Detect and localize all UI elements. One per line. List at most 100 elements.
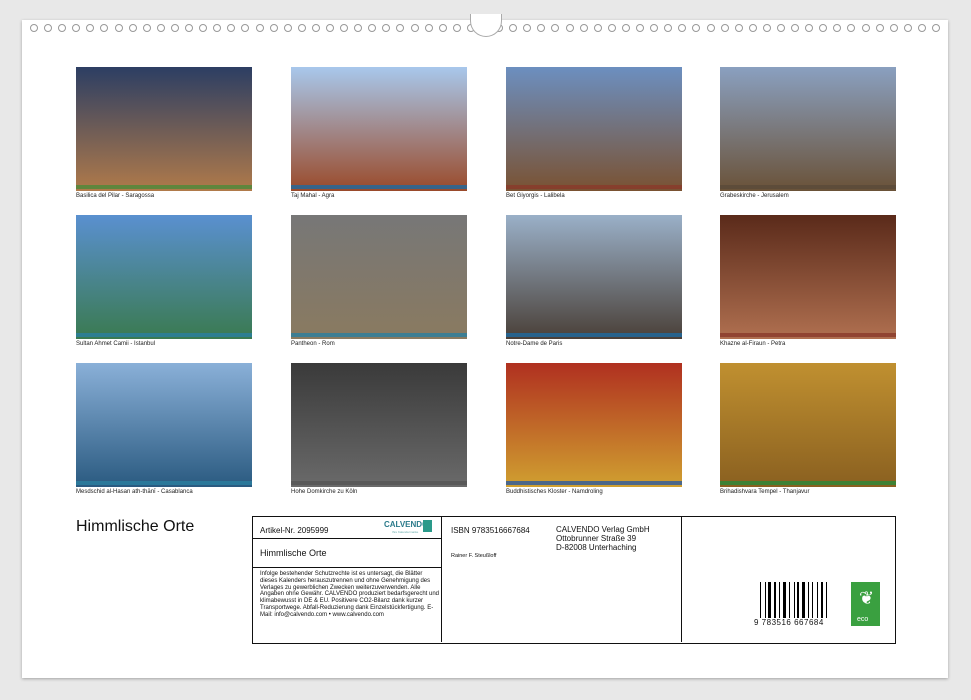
binding-hole [566, 24, 574, 32]
month-day-strip [291, 481, 467, 485]
barcode-bar [808, 582, 809, 618]
binding-hole [537, 24, 545, 32]
photo-caption: Grabeskirche - Jerusalem [720, 193, 789, 199]
binding-hole [86, 24, 94, 32]
month-day-strip [506, 333, 682, 337]
binding-hole [904, 24, 912, 32]
barcode-bar [779, 582, 780, 618]
barcode-bar [812, 582, 813, 618]
binding-hole [509, 24, 517, 32]
binding-hole [678, 24, 686, 32]
barcode-bar [794, 582, 795, 618]
barcode-bar [802, 582, 805, 618]
binding-hole [805, 24, 813, 32]
calvendo-logo-sub: Ihre Kalendermarke [392, 530, 418, 534]
month-day-strip [76, 185, 252, 189]
binding-hole [411, 24, 419, 32]
binding-hole [425, 24, 433, 32]
binding-hole [622, 24, 630, 32]
barcode-bar [806, 582, 807, 618]
binding-hole [396, 24, 404, 32]
binding-hole [777, 24, 785, 32]
month-day-strip [291, 185, 467, 189]
barcode-bar [810, 582, 812, 618]
month-day-strip [506, 185, 682, 189]
binding-hole [72, 24, 80, 32]
binding-hole [129, 24, 137, 32]
binding-hole [890, 24, 898, 32]
binding-hole [284, 24, 292, 32]
binding-hole [326, 24, 334, 32]
barcode-bar [814, 582, 816, 618]
barcode-bar [787, 582, 788, 618]
binding-hole [171, 24, 179, 32]
binding-hole [115, 24, 123, 32]
binding-hole [833, 24, 841, 32]
binding-hole [735, 24, 743, 32]
calvendo-logo-icon [423, 520, 432, 532]
barcode-bar [765, 582, 766, 618]
binding-hole [932, 24, 940, 32]
barcode-bar [768, 582, 771, 618]
photo-caption: Pantheon - Rom [291, 341, 335, 347]
publisher-city: D-82008 Unterhaching [556, 543, 650, 552]
photo-caption: Bet Giyorgis - Lalibela [506, 193, 565, 199]
calendar-title: Himmlische Orte [76, 518, 194, 536]
binding-hole [707, 24, 715, 32]
binding-hole [791, 24, 799, 32]
barcode-bar [800, 582, 801, 618]
month-day-strip [720, 333, 896, 337]
binding-hole [692, 24, 700, 32]
binding-hole [382, 24, 390, 32]
photo-caption: Khazne al-Firaun - Petra [720, 341, 785, 347]
barcode-bar [828, 582, 830, 618]
barcode-bar [824, 582, 825, 618]
photo-caption: Hohe Domkirche zu Köln [291, 489, 357, 495]
binding-hole [241, 24, 249, 32]
isbn: ISBN 9783516667684 [451, 526, 530, 535]
barcode-bar [791, 582, 793, 618]
month-photo [506, 215, 682, 339]
photo-caption: Basilica del Pilar - Saragossa [76, 193, 154, 199]
binding-hole [551, 24, 559, 32]
binding-hole [354, 24, 362, 32]
barcode-bar [821, 582, 824, 618]
binding-hole [58, 24, 66, 32]
binding-hole [594, 24, 602, 32]
binding-hole [876, 24, 884, 32]
binding-hole [847, 24, 855, 32]
binding-hole [143, 24, 151, 32]
publisher-address: CALVENDO Verlag GmbH Ottobrunner Straße … [556, 525, 650, 552]
binding-hole [157, 24, 165, 32]
month-photo [720, 363, 896, 487]
binding-hole [298, 24, 306, 32]
month-day-strip [76, 333, 252, 337]
barcode [760, 582, 830, 618]
eco-label: eco [857, 616, 868, 623]
barcode-bar [760, 582, 761, 618]
eco-logo: ❦ eco [851, 582, 880, 626]
month-photo [291, 67, 467, 191]
month-photo [76, 67, 252, 191]
binding-hole [44, 24, 52, 32]
binding-hole [763, 24, 771, 32]
month-photo [76, 363, 252, 487]
month-photo [720, 67, 896, 191]
publisher-name: CALVENDO Verlag GmbH [556, 525, 650, 534]
barcode-bar [772, 582, 773, 618]
photo-caption: Notre-Dame de Paris [506, 341, 562, 347]
binding-hole [918, 24, 926, 32]
binding-hole [749, 24, 757, 32]
binding-hole [185, 24, 193, 32]
binding-hole [368, 24, 376, 32]
binding-hole [636, 24, 644, 32]
month-day-strip [720, 481, 896, 485]
binding-hole [256, 24, 264, 32]
barcode-bar [774, 582, 776, 618]
month-photo [291, 215, 467, 339]
barcode-bar [777, 582, 778, 618]
barcode-bar [797, 582, 799, 618]
photo-caption: Brihadishvara Tempel - Thanjavur [720, 489, 810, 495]
month-day-strip [76, 481, 252, 485]
calendar-name: Himmlische Orte [260, 548, 327, 558]
